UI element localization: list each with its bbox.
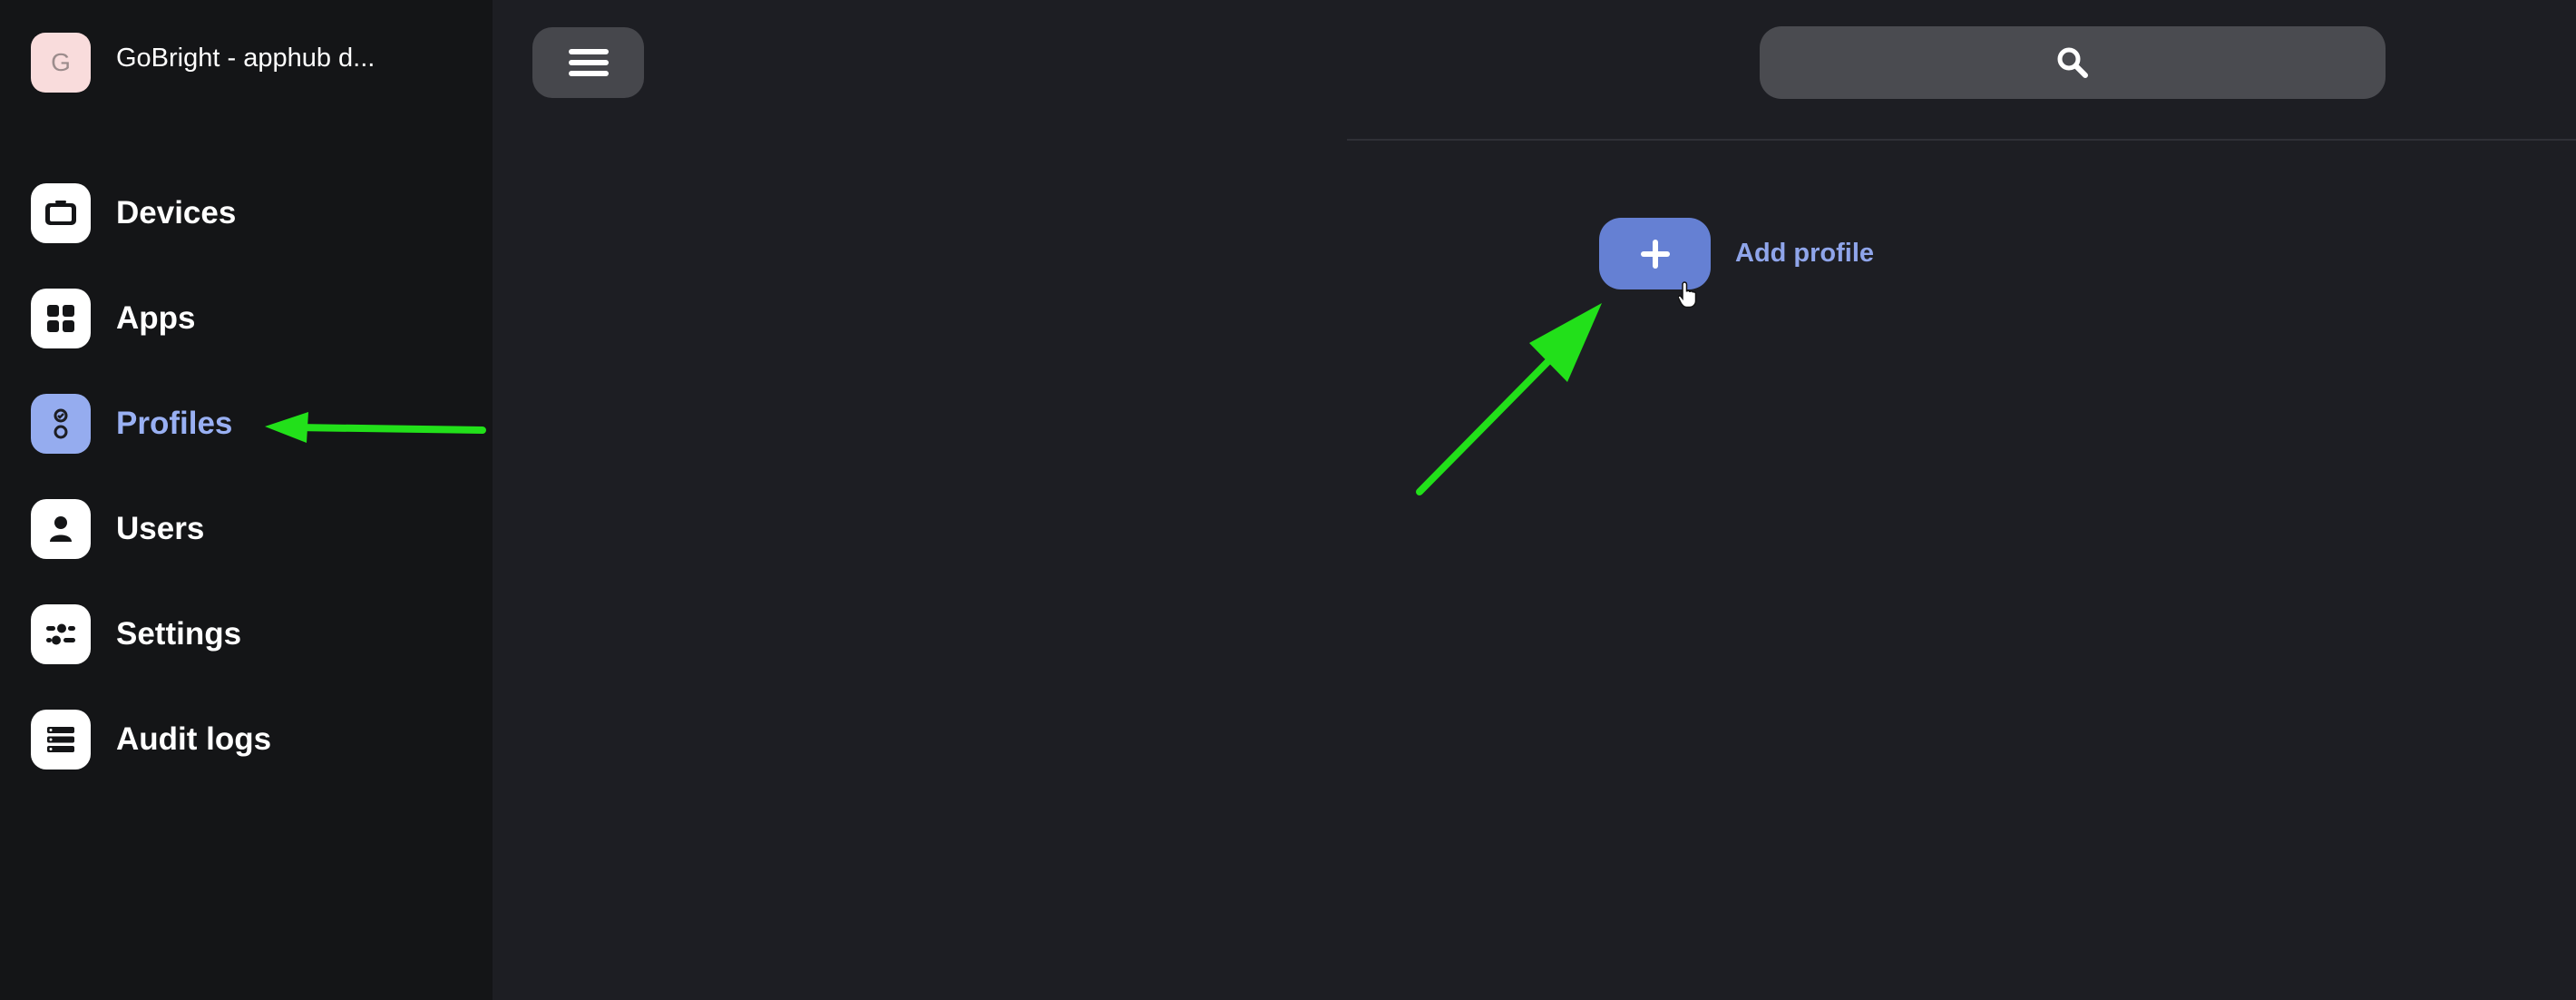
sidebar-item-label: Devices	[116, 195, 237, 230]
sidebar-item-label: Settings	[116, 616, 242, 652]
sidebar-item-devices[interactable]: Devices	[31, 181, 484, 245]
header-divider	[1347, 139, 2576, 141]
sidebar-item-label: Audit logs	[116, 721, 272, 757]
plus-icon	[1640, 239, 1670, 269]
menu-toggle-button[interactable]	[532, 27, 644, 98]
sidebar: G GoBright - apphub d... Devices Apps Pr…	[0, 0, 493, 1000]
hamburger-menu-icon	[568, 49, 609, 76]
search-bar[interactable]	[1760, 26, 2386, 99]
sidebar-item-settings[interactable]: Settings	[31, 603, 484, 666]
org-name[interactable]: GoBright - apphub d...	[116, 44, 375, 74]
apps-grid-icon	[31, 289, 91, 348]
devices-icon	[31, 183, 91, 243]
user-icon	[31, 499, 91, 559]
annotation-arrow-add-profile	[1416, 303, 1602, 495]
org-avatar[interactable]: G	[31, 33, 91, 93]
sidebar-item-label: Profiles	[116, 406, 233, 441]
settings-sliders-icon	[31, 604, 91, 664]
sidebar-item-label: Users	[116, 511, 205, 546]
profiles-icon	[31, 394, 91, 454]
sidebar-item-users[interactable]: Users	[31, 497, 484, 561]
sidebar-item-audit-logs[interactable]: Audit logs	[31, 708, 484, 771]
hand-cursor-icon	[1678, 281, 1697, 308]
add-profile-button[interactable]	[1599, 218, 1711, 289]
add-profile-label[interactable]: Add profile	[1735, 239, 1874, 269]
sidebar-item-apps[interactable]: Apps	[31, 287, 484, 350]
sidebar-item-profiles[interactable]: Profiles	[31, 392, 484, 456]
sidebar-item-label: Apps	[116, 300, 196, 336]
search-icon	[2057, 47, 2088, 78]
audit-logs-icon	[31, 710, 91, 770]
